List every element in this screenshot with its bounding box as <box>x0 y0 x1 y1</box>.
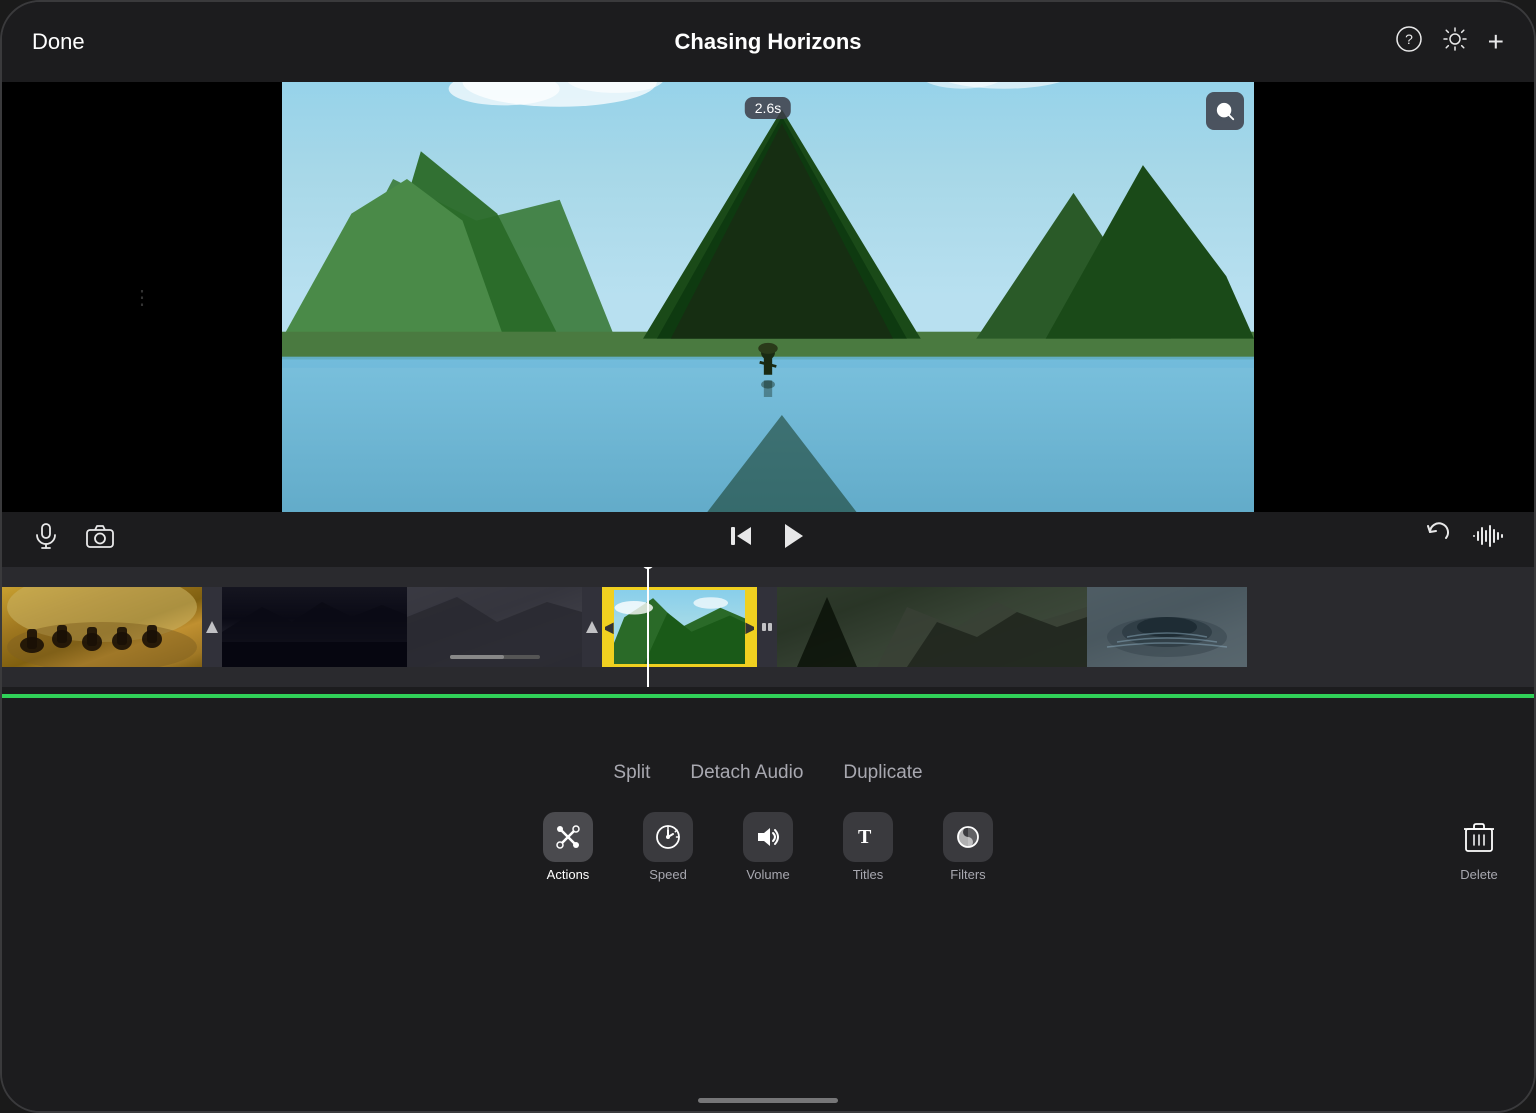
timestamp-badge: 2.6s <box>745 97 791 119</box>
header-actions: ? + <box>1396 26 1504 59</box>
speed-icon <box>643 812 693 862</box>
add-button[interactable]: + <box>1488 26 1504 58</box>
actions-label: Actions <box>547 867 590 882</box>
filters-label: Filters <box>950 867 985 882</box>
transition-marker-1[interactable] <box>202 587 222 667</box>
skip-to-start-button[interactable] <box>727 522 755 557</box>
toolbar-items: Actions <box>523 804 1013 890</box>
selected-clip[interactable]: ◀ ▶ <box>602 587 757 667</box>
split-button[interactable]: Split <box>613 762 650 784</box>
landscape-scene <box>282 82 1254 512</box>
detach-audio-button[interactable]: Detach Audio <box>690 762 803 784</box>
settings-button[interactable] <box>1442 26 1468 59</box>
filters-icon <box>943 812 993 862</box>
side-panel-left: ⋮ <box>2 82 282 512</box>
audio-track-line <box>2 694 1534 698</box>
left-panel-dots: ⋮ <box>132 285 152 310</box>
done-button[interactable]: Done <box>32 29 85 55</box>
duplicate-button[interactable]: Duplicate <box>843 762 922 784</box>
toolbar-volume[interactable]: Volume <box>723 804 813 890</box>
svg-text:?: ? <box>1405 31 1413 47</box>
zoom-icon <box>1214 100 1236 122</box>
toolbar-titles[interactable]: T Titles <box>823 804 913 890</box>
project-title: Chasing Horizons <box>674 29 861 55</box>
undo-button[interactable] <box>1424 522 1452 557</box>
timeline-area[interactable]: ◀ ▶ <box>2 567 1534 687</box>
trim-handle-left[interactable]: ◀ <box>602 590 614 664</box>
camera-button[interactable] <box>85 522 115 557</box>
trim-handle-right[interactable]: ▶ <box>745 590 757 664</box>
delete-label: Delete <box>1460 867 1498 882</box>
context-menu: Split Detach Audio Duplicate <box>613 762 922 784</box>
audio-waveform-button[interactable] <box>1472 522 1504 557</box>
clip-5[interactable] <box>1087 587 1247 667</box>
play-button[interactable] <box>775 519 809 560</box>
svg-text:T: T <box>858 826 872 848</box>
volume-icon <box>743 812 793 862</box>
delete-icon <box>1454 812 1504 862</box>
actions-icon <box>543 812 593 862</box>
playhead <box>647 567 649 687</box>
titles-icon: T <box>843 812 893 862</box>
toolbar: Actions <box>2 804 1534 890</box>
clip-2[interactable] <box>222 587 407 667</box>
clip-3[interactable] <box>407 587 582 667</box>
titles-label: Titles <box>853 867 884 882</box>
device-frame: Done Chasing Horizons ? + ⋮ <box>0 0 1536 1113</box>
zoom-button[interactable] <box>1206 92 1244 130</box>
video-preview: 2.6s <box>282 82 1254 512</box>
toolbar-speed[interactable]: Speed <box>623 804 713 890</box>
side-panel-right <box>1254 82 1534 512</box>
microphone-button[interactable] <box>32 522 60 557</box>
playback-left <box>32 522 115 557</box>
transition-marker-2[interactable] <box>582 587 602 667</box>
home-indicator <box>698 1098 838 1103</box>
transition-marker-3[interactable] <box>757 587 777 667</box>
toolbar-actions[interactable]: Actions <box>523 804 613 890</box>
playback-center <box>727 519 809 560</box>
audio-track <box>2 687 1534 707</box>
clip-4[interactable] <box>777 587 1087 667</box>
bottom-area: Split Detach Audio Duplicate <box>2 707 1534 1111</box>
speed-label: Speed <box>649 867 687 882</box>
help-button[interactable]: ? <box>1396 26 1422 59</box>
playback-controls <box>2 512 1534 567</box>
header-bar: Done Chasing Horizons ? + <box>2 2 1534 82</box>
toolbar-filters[interactable]: Filters <box>923 804 1013 890</box>
timeline-track: ◀ ▶ <box>2 567 1534 687</box>
delete-button[interactable]: Delete <box>1454 812 1504 882</box>
playback-right <box>1424 522 1504 557</box>
clip-1[interactable] <box>2 587 202 667</box>
volume-label: Volume <box>746 867 789 882</box>
